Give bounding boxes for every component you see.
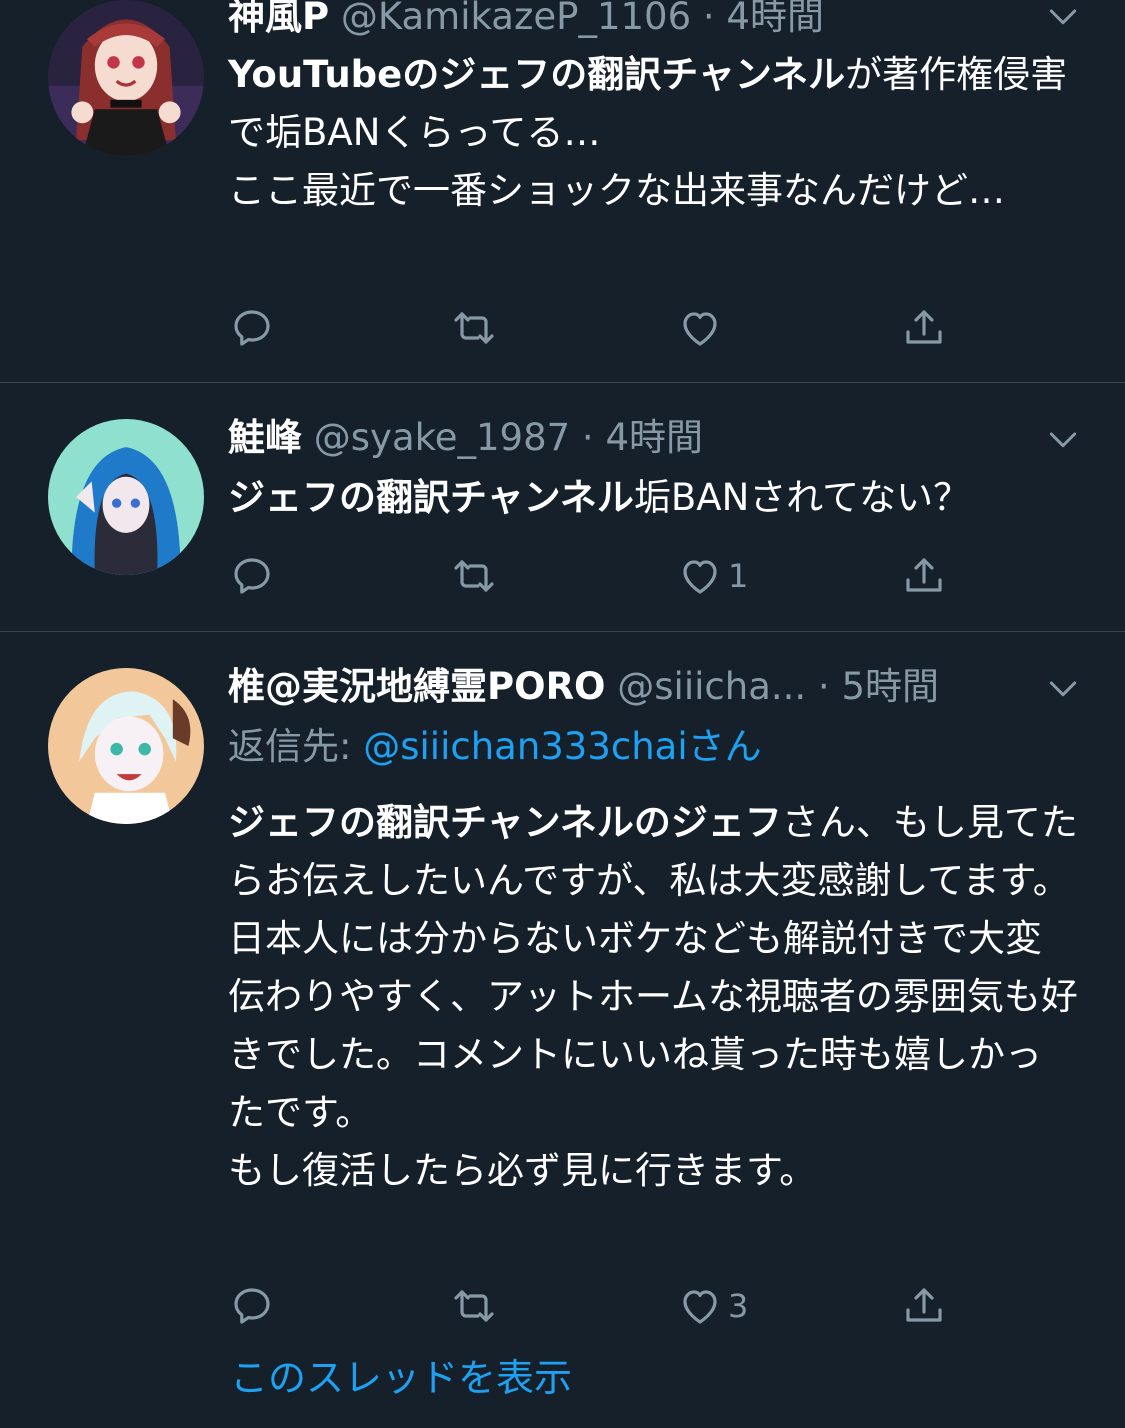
display-name[interactable]: 椎@実況地縛霊PORO bbox=[228, 665, 606, 708]
display-name[interactable]: 神風P bbox=[228, 0, 329, 38]
share-icon bbox=[900, 304, 948, 352]
retweet-icon bbox=[450, 552, 498, 600]
tweet-text-rest: さん、もし見てたらお伝えしたいんですが、私は大変感謝してます。 日本人には分から… bbox=[228, 801, 1078, 1192]
avatar-image bbox=[48, 668, 204, 824]
tweet-header: 神風P @KamikazeP_1106 · 4時間 bbox=[228, 0, 1045, 42]
share-button[interactable] bbox=[900, 1278, 948, 1334]
tweet-text-bold[interactable]: YouTubeのジェフの翻訳チャンネル bbox=[228, 53, 845, 96]
reply-button[interactable] bbox=[228, 548, 276, 604]
show-thread-link[interactable]: このスレッドを表示 bbox=[230, 1350, 572, 1406]
like-button[interactable] bbox=[676, 300, 728, 356]
tweet-text-rest: 垢BANされてない？ bbox=[633, 476, 971, 519]
retweet-button[interactable] bbox=[450, 1278, 498, 1334]
reply-to-line: 返信先: @siiichan333chaiさん bbox=[228, 722, 762, 772]
avatar-kamikazep[interactable] bbox=[48, 0, 204, 156]
tweet-text-bold[interactable]: ジェフの翻訳チャンネル bbox=[228, 476, 634, 519]
avatar-image bbox=[48, 419, 204, 575]
tweet-header: 鮭峰 @syake_1987 · 4時間 bbox=[228, 413, 1045, 463]
reply-to-suffix: さん bbox=[687, 725, 762, 768]
tweet-text: YouTubeのジェフの翻訳チャンネルが著作権侵害で垢BANくらってる… ここ最… bbox=[228, 46, 1078, 220]
like-count: 3 bbox=[728, 1287, 749, 1325]
retweet-button[interactable] bbox=[450, 300, 498, 356]
chevron-down-icon[interactable] bbox=[1043, 668, 1083, 708]
tweet-2[interactable]: 鮭峰 @syake_1987 · 4時間 ジェフの翻訳チャンネル垢BANされてな… bbox=[0, 383, 1125, 631]
tweet-text: ジェフの翻訳チャンネルのジェフさん、もし見てたらお伝えしたいんですが、私は大変感… bbox=[228, 794, 1078, 1200]
reply-button[interactable] bbox=[228, 300, 276, 356]
user-handle[interactable]: @syake_1987 bbox=[314, 416, 570, 459]
share-icon bbox=[900, 1282, 948, 1330]
like-icon bbox=[676, 304, 724, 352]
display-name[interactable]: 鮭峰 bbox=[228, 416, 302, 459]
tweet-1[interactable]: 神風P @KamikazeP_1106 · 4時間 YouTubeのジェフの翻訳… bbox=[0, 0, 1125, 382]
timestamp[interactable]: 5時間 bbox=[841, 665, 939, 708]
tweet-text-bold[interactable]: ジェフの翻訳チャンネルのジェフ bbox=[228, 801, 782, 844]
user-handle[interactable]: @KamikazeP_1106 bbox=[341, 0, 691, 38]
tweet-3[interactable]: 椎@実況地縛霊PORO @siiicha... · 5時間 返信先: @siii… bbox=[0, 632, 1125, 1428]
retweet-button[interactable] bbox=[450, 548, 498, 604]
reply-to-handle[interactable]: @siiichan333chai bbox=[363, 725, 687, 768]
retweet-icon bbox=[450, 1282, 498, 1330]
like-count: 1 bbox=[728, 557, 749, 595]
reply-icon bbox=[228, 1282, 276, 1330]
reply-to-prefix: 返信先: bbox=[228, 725, 364, 768]
timestamp[interactable]: 4時間 bbox=[605, 416, 703, 459]
like-button[interactable]: 3 bbox=[676, 1278, 748, 1334]
retweet-icon bbox=[450, 304, 498, 352]
separator: · bbox=[581, 416, 594, 459]
avatar-image bbox=[48, 0, 204, 156]
like-button[interactable]: 1 bbox=[676, 548, 748, 604]
share-icon bbox=[900, 552, 948, 600]
tweet-actions: 3 bbox=[228, 1278, 988, 1334]
tweet-actions bbox=[228, 300, 988, 356]
chevron-down-icon[interactable] bbox=[1043, 419, 1083, 459]
tweet-text: ジェフの翻訳チャンネル垢BANされてない？ bbox=[228, 469, 1078, 527]
share-button[interactable] bbox=[900, 548, 948, 604]
chevron-down-icon[interactable] bbox=[1043, 0, 1083, 36]
reply-button[interactable] bbox=[228, 1278, 276, 1334]
user-handle[interactable]: @siiicha... bbox=[617, 665, 806, 708]
avatar-syake[interactable] bbox=[48, 419, 204, 575]
like-icon bbox=[676, 552, 724, 600]
reply-icon bbox=[228, 552, 276, 600]
avatar-poro[interactable] bbox=[48, 668, 204, 824]
reply-icon bbox=[228, 304, 276, 352]
timestamp[interactable]: 4時間 bbox=[726, 0, 824, 38]
like-icon bbox=[676, 1282, 724, 1330]
tweet-header: 椎@実況地縛霊PORO @siiicha... · 5時間 bbox=[228, 662, 1045, 712]
tweet-actions: 1 bbox=[228, 548, 988, 604]
share-button[interactable] bbox=[900, 300, 948, 356]
separator: · bbox=[817, 665, 830, 708]
separator: · bbox=[702, 0, 715, 38]
